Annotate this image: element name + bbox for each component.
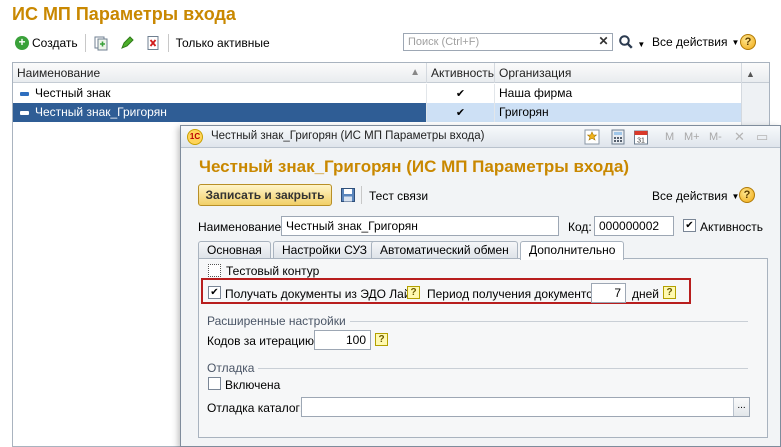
element-dialog: 1С Честный знак_Григорян (ИС МП Параметр… [180,125,781,447]
memory-minus-button[interactable]: M- [709,129,722,145]
debug-directory-label: Отладка каталог: [207,401,304,415]
debug-enabled-label: Включена [225,378,281,392]
dialog-titlebar[interactable]: 1С Честный знак_Григорян (ИС МП Параметр… [181,126,780,148]
delete-icon [145,35,161,51]
create-button-label: Создать [32,36,78,50]
memory-plus-button[interactable]: M+ [684,129,700,145]
dialog-heading: Честный знак_Григорян (ИС МП Параметры в… [199,157,629,176]
chevron-down-icon: ▼ [731,37,740,47]
svg-text:31: 31 [637,138,645,145]
codes-per-iteration-input[interactable] [315,331,370,349]
code-label: Код: [568,220,592,234]
name-field[interactable] [281,216,559,236]
tab-main[interactable]: Основная [198,241,271,259]
group-divider [207,368,748,369]
search-field[interactable]: ✕ [403,33,613,51]
tab-suz-settings[interactable]: Настройки СУЗ [273,241,377,259]
debug-directory-input[interactable] [302,398,730,416]
active-label: Активность [700,220,764,234]
column-header-name[interactable]: Наименование ▲ [13,63,427,83]
debug-group-title: Отладка [207,361,259,375]
hint-icon[interactable]: ? [663,286,676,299]
name-label: Наименование: [198,220,285,234]
copy-button[interactable] [90,32,112,54]
hint-icon[interactable]: ? [407,286,420,299]
codes-per-iteration-field[interactable] [314,330,371,350]
clear-icon[interactable]: ✕ [597,35,610,48]
search-input[interactable] [404,34,594,50]
test-contour-checkbox[interactable] [208,264,221,277]
name-input[interactable] [282,217,558,235]
debug-directory-field[interactable]: ... [301,397,750,417]
period-label: Период получения документов: [427,287,603,301]
element-icon [20,110,29,115]
app-logo-icon: 1С [187,129,203,145]
period-input[interactable] [592,284,625,302]
check-icon: ✔ [455,107,466,119]
hint-icon[interactable]: ? [375,333,388,346]
scroll-up-button[interactable]: ▲ [742,63,770,83]
code-field[interactable] [594,216,674,236]
star-icon[interactable] [584,129,600,148]
dialog-all-actions-label: Все действия [652,189,728,203]
create-button[interactable]: + Создать [12,32,81,54]
chevron-up-icon: ▲ [746,69,755,79]
calendar-icon[interactable]: 31 [633,129,649,148]
table-row[interactable]: Честный знак ✔ Наша фирма [13,84,742,103]
edit-button[interactable] [116,32,138,54]
close-icon[interactable]: ✕ [734,129,745,145]
advanced-settings-title: Расширенные настройки [207,314,350,328]
test-connection-button[interactable]: Тест связи [369,189,428,203]
dialog-window-title: Честный знак_Григорян (ИС МП Параметры в… [211,130,485,142]
edo-label: Получать документы из ЭДО Лайт [225,287,417,301]
column-header-org[interactable]: Организация [495,63,742,83]
pencil-icon [119,35,135,51]
delete-button[interactable] [142,32,164,54]
page-title: ИС МП Параметры входа [12,4,236,24]
only-active-button[interactable]: Только активные [173,32,273,54]
help-icon[interactable]: ? [739,187,755,203]
all-actions-label: Все действия [652,35,728,49]
save-and-close-button[interactable]: Записать и закрыть [198,184,332,206]
period-field[interactable] [591,283,626,303]
chevron-down-icon: ▼ [637,40,646,49]
copy-icon [93,35,109,51]
toolbar-divider [361,186,362,204]
help-icon[interactable]: ? [740,34,756,50]
active-checkbox[interactable]: ✔ [683,219,696,232]
all-actions-menu[interactable]: Все действия ▼ [652,35,739,49]
toolbar-divider [167,34,169,52]
sort-icon: ▲ [410,67,420,78]
memory-button[interactable]: M [665,129,674,145]
column-header-active[interactable]: Активность [427,63,495,83]
toolbar-divider [84,34,86,52]
element-icon [20,91,29,96]
only-active-label: Только активные [175,36,270,50]
test-contour-label: Тестовый контур [226,264,320,278]
save-icon[interactable] [340,187,356,206]
code-input[interactable] [595,217,673,235]
table-header: Наименование ▲ Активность Организация ▲ [13,63,769,83]
add-icon: + [15,36,29,50]
calculator-icon[interactable] [610,129,626,148]
check-icon: ✔ [455,88,466,100]
debug-enabled-checkbox[interactable] [208,377,221,390]
tab-auto-exchange[interactable]: Автоматический обмен [371,241,518,259]
tab-additional[interactable]: Дополнительно [520,241,625,260]
days-label: дней [632,287,660,301]
dialog-all-actions-menu[interactable]: Все действия ▼ [652,189,739,203]
main-toolbar: + Создать Только активные [12,32,273,54]
browse-button[interactable]: ... [733,398,749,416]
minimize-icon[interactable]: ▭ [756,129,768,145]
codes-per-iteration-label: Кодов за итерацию: [207,334,318,348]
magnifier-icon [618,34,634,50]
search-button[interactable]: ▼ [618,34,645,53]
edo-checkbox[interactable]: ✔ [208,286,221,299]
table-row[interactable]: Честный знак_Григорян ✔ Григорян [13,103,742,122]
